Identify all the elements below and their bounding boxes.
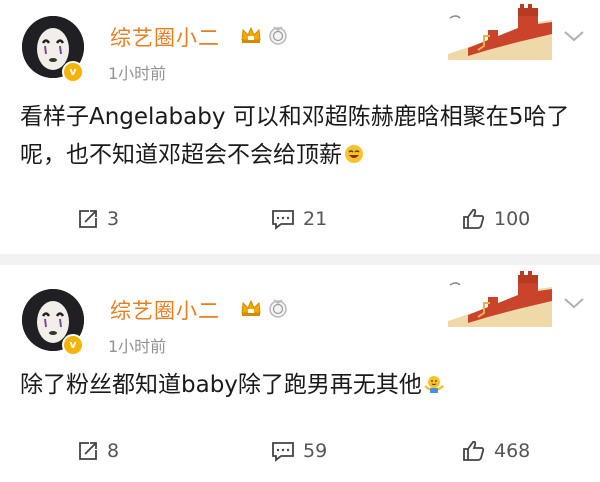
shrug-emoji	[424, 376, 444, 393]
verified-badge-icon: v	[62, 61, 84, 83]
action-bar: 3 21 100	[0, 204, 600, 234]
repost-button[interactable]: 8	[77, 436, 119, 466]
like-button[interactable]: 468	[462, 436, 530, 466]
weibo-post: v 综艺圈小二 1小时前 看样子Angelababy 可以和邓超陈赫鹿晗相聚在5…	[0, 0, 600, 254]
medal-icon[interactable]	[268, 298, 288, 318]
post-separator	[0, 254, 600, 265]
like-icon	[463, 208, 485, 229]
weibo-post: v 综艺圈小二 1小时前 除了粉丝都知道baby除了跑男再无其他 8 59 46…	[0, 265, 600, 482]
like-icon	[463, 440, 485, 461]
post-text: 看样子Angelababy 可以和邓超陈赫鹿晗相聚在5哈了呢，也不知道邓超会不会…	[20, 98, 585, 174]
repost-count: 3	[107, 208, 120, 230]
comment-button[interactable]: 59	[271, 436, 327, 466]
vip-crown-icon[interactable]	[240, 26, 262, 44]
vip-crown-icon[interactable]	[240, 299, 262, 317]
like-button[interactable]: 100	[462, 204, 530, 234]
repost-icon	[79, 442, 97, 460]
like-count: 468	[494, 440, 531, 462]
verified-badge-icon: v	[62, 334, 84, 356]
post-text-content: 看样子Angelababy 可以和邓超陈赫鹿晗相聚在5哈了呢，也不知道邓超会不会…	[20, 104, 570, 168]
great-wall-decoration	[448, 4, 552, 60]
username[interactable]: 综艺圈小二	[110, 295, 220, 325]
post-text-content: 除了粉丝都知道baby除了跑男再无其他	[20, 372, 422, 398]
comment-icon	[272, 442, 294, 462]
comment-count: 59	[303, 440, 328, 462]
comment-icon	[272, 210, 294, 230]
medal-icon[interactable]	[268, 25, 288, 45]
post-time: 1小时前	[108, 337, 167, 356]
like-count: 100	[494, 208, 531, 230]
comment-button[interactable]: 21	[271, 204, 327, 234]
laughing-emoji	[345, 145, 363, 163]
post-text: 除了粉丝都知道baby除了跑男再无其他	[20, 366, 585, 404]
comment-count: 21	[303, 208, 328, 230]
repost-icon	[79, 210, 97, 228]
action-bar: 8 59 468	[0, 436, 600, 466]
chevron-down-icon[interactable]	[562, 295, 586, 311]
great-wall-decoration	[448, 271, 552, 327]
post-time: 1小时前	[108, 64, 167, 83]
username[interactable]: 综艺圈小二	[110, 22, 220, 52]
chevron-down-icon[interactable]	[562, 28, 586, 44]
repost-count: 8	[107, 440, 120, 462]
repost-button[interactable]: 3	[77, 204, 119, 234]
